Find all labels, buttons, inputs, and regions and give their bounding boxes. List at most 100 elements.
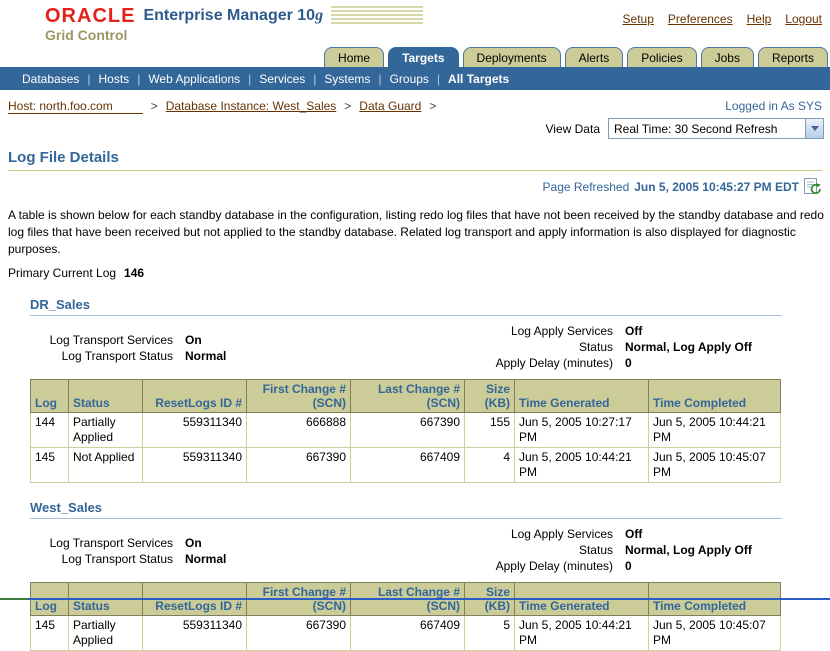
table-header-row: LogStatusResetLogs ID #First Change # (S…	[31, 380, 781, 413]
table-cell: 145	[31, 616, 69, 651]
page-title: Log File Details	[8, 149, 822, 171]
table-cell: Partially Applied	[69, 616, 143, 651]
app-header: ORACLE Enterprise Manager 10g Grid Contr…	[0, 0, 830, 44]
subnav-item-systems[interactable]: Systems	[324, 72, 370, 86]
grid-control-subtitle: Grid Control	[45, 27, 830, 43]
property-value: 0	[625, 558, 632, 574]
bottom-edge-line	[0, 598, 830, 600]
breadcrumb: Host: north.foo.com > Database Instance: W…	[8, 99, 444, 113]
tab-deployments[interactable]: Deployments	[463, 47, 561, 67]
property-row: Apply Delay (minutes)0	[400, 355, 752, 371]
subnav-separator: |	[248, 72, 251, 86]
view-data-row: View Data Real Time: 30 Second Refresh	[0, 118, 824, 139]
property-label: Log Transport Services	[30, 535, 185, 551]
breadcrumb-link-data-guard[interactable]: Data Guard	[359, 99, 421, 113]
tab-home[interactable]: Home	[324, 47, 384, 67]
view-data-selected-option: Real Time: 30 Second Refresh	[614, 122, 777, 136]
refresh-row: Page Refreshed Jun 5, 2005 10:45:27 PM E…	[0, 178, 822, 195]
property-label: Log Transport Status	[30, 348, 185, 364]
column-header-status: Status	[69, 380, 143, 413]
property-value: Normal, Log Apply Off	[625, 542, 752, 558]
subnav-item-databases[interactable]: Databases	[22, 72, 79, 86]
primary-current-log-label: Primary Current Log	[8, 266, 116, 280]
property-column: Log Apply ServicesOffStatusNormal, Log A…	[400, 526, 752, 574]
table-cell: Partially Applied	[69, 413, 143, 448]
column-header-resetlogs-id-: ResetLogs ID #	[143, 380, 247, 413]
subnav-separator: |	[137, 72, 140, 86]
log-file-table: LogStatusResetLogs ID #First Change # (S…	[30, 582, 781, 651]
property-column: Log Transport ServicesOnLog Transport St…	[30, 526, 400, 574]
property-row: Log Apply ServicesOff	[400, 526, 752, 542]
primary-current-log-value: 146	[124, 266, 144, 280]
property-label: Status	[400, 542, 625, 558]
subnav-item-hosts[interactable]: Hosts	[99, 72, 130, 86]
refreshed-time: Jun 5, 2005 10:45:27 PM EDT	[634, 180, 799, 194]
property-value: Off	[625, 323, 642, 339]
property-label: Log Transport Status	[30, 551, 185, 567]
log-file-table: LogStatusResetLogs ID #First Change # (S…	[30, 379, 781, 483]
property-value: Normal, Log Apply Off	[625, 339, 752, 355]
tab-alerts[interactable]: Alerts	[565, 47, 624, 67]
subnav-separator: |	[313, 72, 316, 86]
view-data-label: View Data	[546, 122, 600, 136]
table-cell: Jun 5, 2005 10:44:21 PM	[515, 448, 649, 483]
property-row: Log Transport StatusNormal	[30, 348, 400, 364]
table-cell: 667390	[247, 448, 351, 483]
product-suffix: g	[315, 7, 323, 24]
property-row: StatusNormal, Log Apply Off	[400, 339, 752, 355]
subnav-separator: |	[437, 72, 440, 86]
section-rule	[30, 315, 782, 316]
tab-bar: HomeTargetsDeploymentsAlertsPoliciesJobs…	[0, 44, 830, 67]
view-data-select[interactable]: Real Time: 30 Second Refresh	[608, 118, 824, 139]
page-description: A table is shown below for each standby …	[8, 207, 824, 257]
property-label: Log Apply Services	[400, 323, 625, 339]
breadcrumb-link-host-north-foo-com[interactable]: Host: north.foo.com	[8, 99, 143, 114]
property-row: Apply Delay (minutes)0	[400, 558, 752, 574]
subnav-item-web-applications[interactable]: Web Applications	[148, 72, 240, 86]
property-row: Log Transport ServicesOn	[30, 535, 400, 551]
subnav-bar: Databases | Hosts | Web Applications | Service…	[0, 67, 830, 90]
tab-reports[interactable]: Reports	[758, 47, 828, 67]
property-value: On	[185, 535, 202, 551]
breadcrumb-row: Host: north.foo.com > Database Instance: W…	[8, 99, 822, 113]
property-row: Log Transport ServicesOn	[30, 332, 400, 348]
top-link-setup[interactable]: Setup	[623, 12, 654, 26]
subnav-item-services[interactable]: Services	[259, 72, 305, 86]
tab-jobs[interactable]: Jobs	[701, 47, 754, 67]
tab-targets[interactable]: Targets	[388, 47, 458, 67]
column-header-last-change-scn-: Last Change # (SCN)	[351, 380, 465, 413]
table-cell: Jun 5, 2005 10:27:17 PM	[515, 413, 649, 448]
table-cell: 144	[31, 413, 69, 448]
column-header-size-kb-: Size (KB)	[465, 380, 515, 413]
top-link-logout[interactable]: Logout	[785, 12, 822, 26]
oracle-logo: ORACLE	[45, 6, 135, 26]
tab-policies[interactable]: Policies	[627, 47, 696, 67]
breadcrumb-separator: >	[429, 99, 436, 113]
table-cell: 4	[465, 448, 515, 483]
property-value: Off	[625, 526, 642, 542]
property-label: Log Transport Services	[30, 332, 185, 348]
subnav-item-groups[interactable]: Groups	[390, 72, 429, 86]
brand-stripes-decoration	[331, 6, 423, 26]
section-properties: Log Transport ServicesOnLog Transport St…	[30, 323, 790, 371]
table-cell: 145	[31, 448, 69, 483]
chevron-down-icon[interactable]	[805, 119, 823, 138]
top-link-preferences[interactable]: Preferences	[668, 12, 733, 26]
refreshed-label: Page Refreshed	[543, 180, 630, 194]
breadcrumb-separator: >	[344, 99, 351, 113]
breadcrumb-link-database-instance-west-sales[interactable]: Database Instance: West_Sales	[166, 99, 337, 113]
table-cell: Jun 5, 2005 10:45:07 PM	[649, 448, 781, 483]
standby-section-dr-sales: DR_SalesLog Transport ServicesOnLog Tran…	[0, 297, 830, 483]
table-cell: 559311340	[143, 616, 247, 651]
property-column: Log Apply ServicesOffStatusNormal, Log A…	[400, 323, 752, 371]
refresh-page-icon[interactable]	[804, 178, 822, 195]
subnav-item-all-targets[interactable]: All Targets	[448, 72, 509, 86]
table-cell: 559311340	[143, 448, 247, 483]
property-label: Log Apply Services	[400, 526, 625, 542]
property-value: Normal	[185, 551, 226, 567]
top-link-help[interactable]: Help	[747, 12, 772, 26]
table-cell: 667390	[351, 413, 465, 448]
section-title: West_Sales	[30, 500, 830, 515]
subnav-separator: |	[87, 72, 90, 86]
column-header-time-generated: Time Generated	[515, 380, 649, 413]
